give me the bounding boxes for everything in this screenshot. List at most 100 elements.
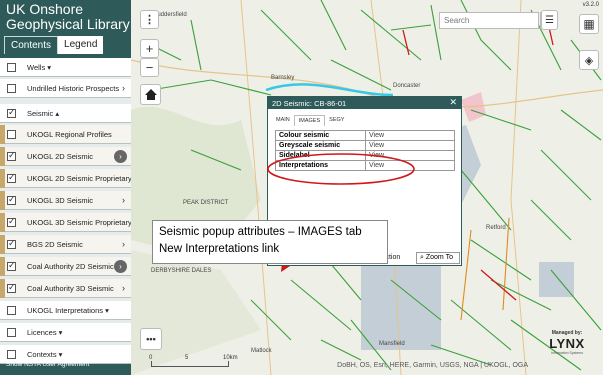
layer-checkbox[interactable] bbox=[7, 107, 16, 118]
tab-contents[interactable]: Contents bbox=[4, 36, 59, 54]
table-row: Greyscale seismic View bbox=[275, 140, 455, 151]
place-label: Doncaster bbox=[393, 83, 421, 89]
zoom-out-button[interactable]: − bbox=[140, 58, 159, 77]
zoom-to-button[interactable]: ⌕ Zoom To bbox=[416, 252, 460, 264]
view-link[interactable]: View bbox=[365, 130, 455, 141]
more-vertical-icon: ⋮ bbox=[144, 14, 155, 26]
layer-checkbox[interactable] bbox=[7, 172, 16, 183]
layer-checkbox[interactable] bbox=[7, 216, 16, 227]
lynx-tagline: Information Systems bbox=[551, 351, 583, 355]
place-label: Matlock bbox=[251, 348, 272, 354]
layer-checkbox[interactable] bbox=[7, 194, 16, 205]
chevron-right-icon[interactable]: › bbox=[122, 283, 125, 293]
layer-label: Wells ▾ bbox=[27, 63, 52, 72]
sidebar: UK Onshore Geophysical Library Contents … bbox=[0, 0, 132, 375]
sub-layer-stripe bbox=[0, 147, 5, 166]
list-icon: ☰ bbox=[545, 14, 554, 26]
layer-item[interactable]: BGS 2D Seismic › bbox=[0, 235, 131, 254]
layer-checkbox[interactable] bbox=[7, 350, 16, 359]
map-attribution: DoBH, OS, Esri, HERE, Garmin, USGS, NGA … bbox=[337, 362, 528, 369]
place-label: DERBYSHIRE DALES bbox=[151, 268, 212, 274]
layer-checkbox[interactable] bbox=[7, 238, 16, 249]
layer-label: Licences ▾ bbox=[27, 328, 63, 337]
sub-layer-stripe bbox=[0, 191, 5, 210]
layer-item[interactable]: UKOGL 3D Seismic › bbox=[0, 191, 131, 210]
lynx-logo: Managed by: LYNX Information Systems bbox=[531, 330, 603, 370]
close-icon[interactable]: ✕ bbox=[449, 97, 457, 108]
popup-tab-images[interactable]: IMAGES bbox=[293, 115, 326, 126]
lynx-brand: LYNX bbox=[549, 336, 585, 351]
tab-legend[interactable]: Legend bbox=[58, 36, 104, 54]
layer-checkbox[interactable] bbox=[7, 130, 16, 139]
layer-label: BGS 2D Seismic bbox=[27, 240, 83, 249]
chevron-right-icon[interactable]: › bbox=[122, 195, 125, 205]
layer-label: Undrilled Historic Prospects bbox=[27, 84, 120, 93]
vertical-menu-button[interactable]: ⋮ bbox=[140, 10, 159, 29]
layer-label: Seismic ▴ bbox=[27, 109, 60, 118]
chevron-right-icon[interactable]: › bbox=[122, 239, 125, 249]
layer-item[interactable]: UKOGL 2D Seismic › bbox=[0, 147, 131, 166]
layer-label: UKOGL Interpretations ▾ bbox=[27, 306, 109, 315]
annotation-callout: Seismic popup attributes – IMAGES tab Ne… bbox=[152, 220, 388, 264]
annotation-ellipse bbox=[267, 153, 415, 185]
grid-icon: ▦ bbox=[583, 17, 595, 31]
more-options-button[interactable]: ••• bbox=[140, 328, 162, 350]
scale-label: 10km bbox=[223, 355, 238, 361]
layers-button[interactable]: ◈ bbox=[579, 50, 599, 70]
layer-label: UKOGL 3D Seismic bbox=[27, 196, 93, 205]
app-title: UK Onshore Geophysical Library bbox=[6, 2, 130, 32]
version-label: v3.2.0 bbox=[582, 2, 599, 8]
user-agreement-link[interactable]: Show NSTA User Agreement bbox=[6, 361, 89, 368]
layer-item[interactable]: Wells ▾ bbox=[0, 58, 131, 77]
layer-checkbox[interactable] bbox=[7, 306, 16, 315]
layer-item[interactable]: UKOGL 3D Seismic Proprietary bbox=[0, 213, 132, 232]
layer-checkbox[interactable] bbox=[7, 63, 16, 72]
layer-label: Coal Authority 2D Seismic bbox=[27, 262, 114, 271]
layer-item[interactable]: Coal Authority 3D Seismic › bbox=[0, 279, 131, 298]
layer-item[interactable]: Undrilled Historic Prospects › bbox=[0, 79, 131, 98]
layer-item[interactable]: UKOGL 2D Seismic Proprietary bbox=[0, 169, 132, 188]
place-label: Barnsley bbox=[271, 75, 295, 81]
sub-layer-stripe bbox=[0, 213, 5, 232]
popup-tabs: MAIN IMAGES SEGY bbox=[272, 115, 461, 126]
layer-checkbox[interactable] bbox=[7, 282, 16, 293]
layer-item[interactable]: Coal Authority 2D Seismic› bbox=[0, 257, 131, 276]
basemap-gallery-button[interactable]: ▦ bbox=[579, 14, 599, 34]
sub-layer-stripe bbox=[0, 235, 5, 254]
layer-item[interactable]: Licences ▾ bbox=[0, 323, 131, 342]
callout-line2: New Interpretations link bbox=[159, 243, 280, 255]
table-row: Colour seismic View bbox=[275, 130, 455, 141]
layer-label: UKOGL 2D Seismic Proprietary bbox=[27, 174, 132, 183]
home-button[interactable] bbox=[140, 84, 161, 105]
layer-checkbox[interactable] bbox=[7, 260, 16, 271]
scale-bar bbox=[151, 361, 229, 367]
popup-tab-segy[interactable]: SEGY bbox=[325, 115, 348, 126]
attribute-name: Colour seismic bbox=[275, 130, 366, 141]
layer-item[interactable]: UKOGL Interpretations ▾ bbox=[0, 301, 131, 320]
layer-checkbox[interactable] bbox=[7, 150, 16, 161]
results-list-button[interactable]: ☰ bbox=[541, 10, 558, 30]
layer-checkbox[interactable] bbox=[7, 84, 16, 93]
layer-checkbox[interactable] bbox=[7, 328, 16, 337]
place-label: PEAK DISTRICT bbox=[183, 200, 229, 206]
sub-layer-stripe bbox=[0, 169, 5, 188]
layer-item[interactable]: UKOGL Regional Profiles bbox=[0, 125, 131, 144]
chevron-circle-icon[interactable]: › bbox=[114, 260, 127, 273]
zoom-in-button[interactable]: + bbox=[140, 39, 159, 58]
app-title-line2: Geophysical Library bbox=[6, 16, 130, 32]
view-link[interactable]: View bbox=[365, 140, 455, 151]
sidebar-tabs: Contents Legend bbox=[4, 36, 104, 54]
layer-label: Contexts ▾ bbox=[27, 350, 63, 359]
chevron-right-icon[interactable]: › bbox=[122, 83, 125, 93]
layer-item[interactable]: Seismic ▴ bbox=[0, 104, 131, 123]
layer-label: UKOGL Regional Profiles bbox=[27, 130, 112, 139]
chevron-circle-icon[interactable]: › bbox=[114, 150, 127, 163]
scale-label: 0 bbox=[149, 355, 153, 361]
home-icon bbox=[144, 89, 157, 100]
popup-header: 2D Seismic: CB-86-01 ✕ bbox=[268, 97, 461, 109]
popup-tab-main[interactable]: MAIN bbox=[272, 115, 294, 126]
search-input[interactable]: Search bbox=[439, 12, 539, 29]
place-label: Mansfield bbox=[379, 341, 405, 347]
layer-label: Coal Authority 3D Seismic bbox=[27, 284, 114, 293]
app-title-line1: UK Onshore bbox=[6, 1, 84, 17]
